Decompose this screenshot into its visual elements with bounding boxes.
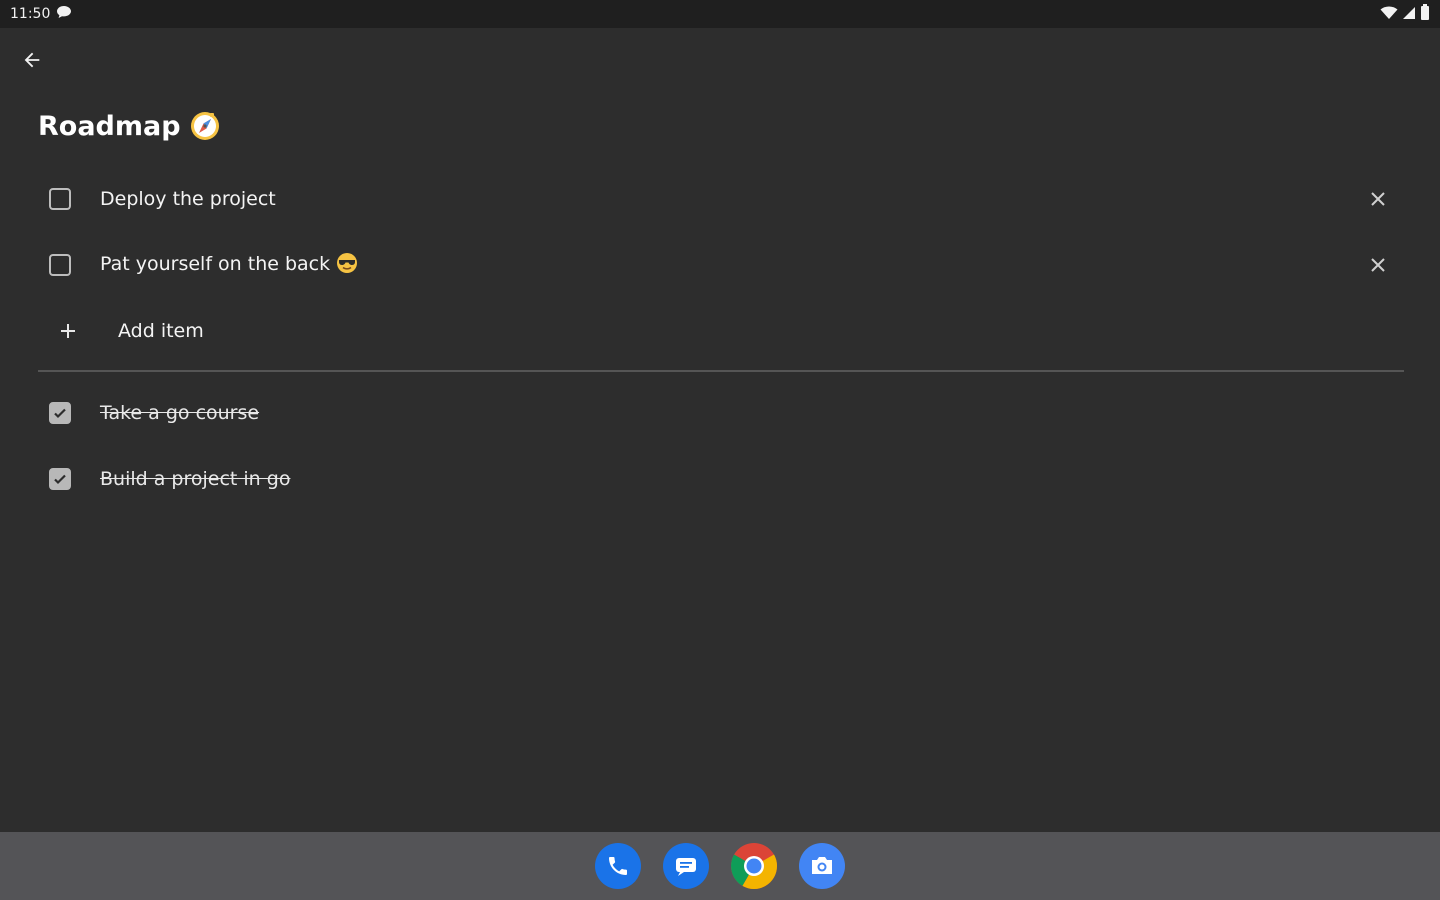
sunglasses-face-icon — [336, 252, 358, 279]
close-icon — [1371, 192, 1385, 206]
chat-bubble-icon — [56, 5, 72, 23]
todo-label[interactable]: Take a go course — [100, 402, 259, 424]
todo-checkbox[interactable] — [49, 254, 71, 276]
todo-item-done: Build a project in go — [38, 446, 1404, 512]
todo-checkbox-checked[interactable] — [49, 402, 71, 424]
remove-item-button[interactable] — [1364, 185, 1392, 213]
todo-item-done: Take a go course — [38, 380, 1404, 446]
todo-label[interactable]: Build a project in go — [100, 468, 290, 490]
divider — [38, 370, 1404, 372]
todo-item: Pat yourself on the back — [38, 232, 1404, 298]
app-screen: Roadmap Deploy the project Pat yourself … — [0, 28, 1440, 832]
remove-item-button[interactable] — [1364, 251, 1392, 279]
back-button[interactable] — [16, 44, 48, 76]
plus-icon — [61, 324, 75, 338]
close-icon — [1371, 258, 1385, 272]
status-time: 11:50 — [10, 6, 51, 22]
todo-label-wrapper[interactable]: Pat yourself on the back — [100, 252, 358, 279]
add-item-button[interactable]: Add item — [38, 298, 1404, 364]
status-left: 11:50 — [10, 5, 72, 23]
todo-list: Deploy the project Pat yourself on the b… — [38, 166, 1404, 512]
app-dock — [0, 832, 1440, 900]
todo-checkbox[interactable] — [49, 188, 71, 210]
add-item-label: Add item — [118, 320, 204, 342]
signal-icon — [1402, 5, 1416, 24]
todo-label[interactable]: Deploy the project — [100, 188, 276, 210]
todo-label: Pat yourself on the back — [100, 252, 331, 275]
status-right — [1380, 4, 1430, 24]
status-bar: 11:50 — [0, 0, 1440, 28]
battery-icon — [1420, 4, 1430, 24]
check-icon — [54, 474, 66, 485]
chrome-icon[interactable] — [731, 843, 777, 889]
todo-checkbox-checked[interactable] — [49, 468, 71, 490]
camera-icon[interactable] — [799, 843, 845, 889]
title-row: Roadmap — [38, 110, 221, 142]
phone-icon[interactable] — [595, 843, 641, 889]
todo-item: Deploy the project — [38, 166, 1404, 232]
messages-icon[interactable] — [663, 843, 709, 889]
page-title: Roadmap — [38, 110, 181, 142]
check-icon — [54, 408, 66, 419]
wifi-icon — [1380, 5, 1398, 24]
arrow-back-icon — [24, 52, 40, 68]
compass-icon — [189, 110, 221, 142]
